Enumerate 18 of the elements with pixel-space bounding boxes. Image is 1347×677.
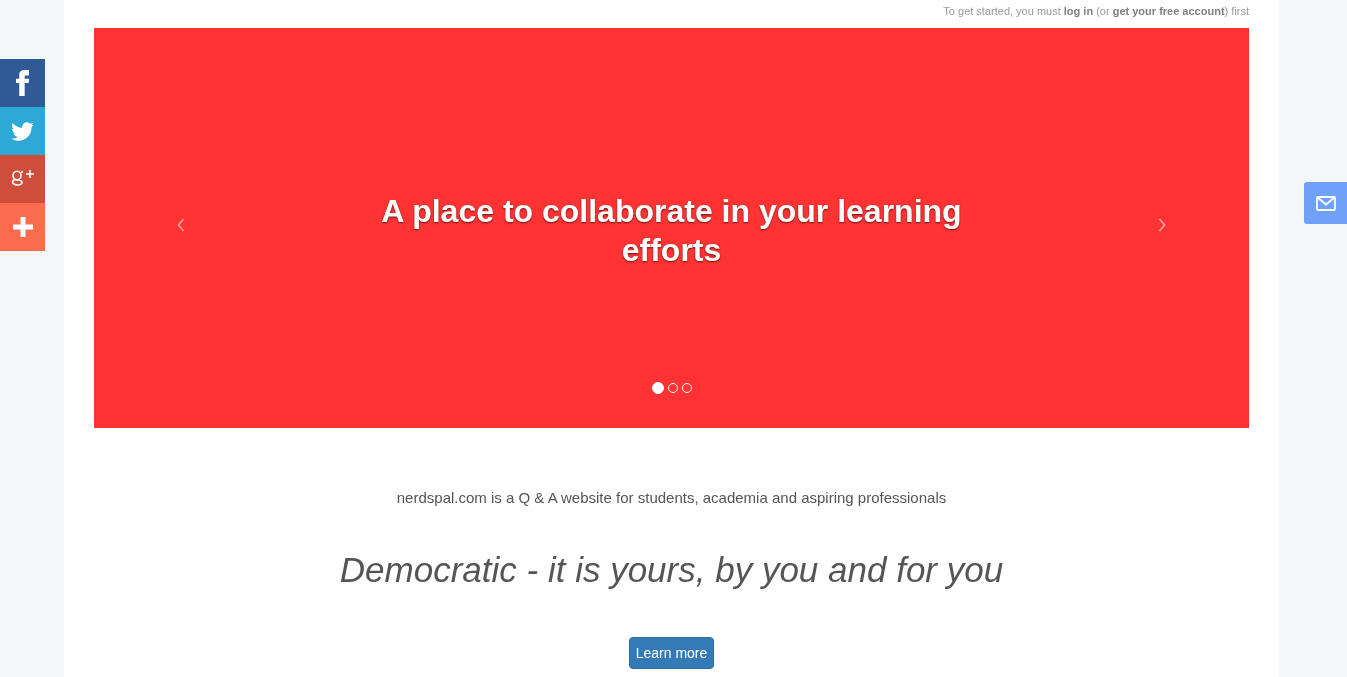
login-link[interactable]: log in xyxy=(1063,5,1094,17)
social-share-button[interactable] xyxy=(0,203,45,251)
social-share-button[interactable] xyxy=(0,59,45,107)
chevron-right-icon xyxy=(1158,218,1167,232)
learn-more-button[interactable]: Learn more xyxy=(628,637,715,669)
site-tagline: nerdspal.com is a Q & A website for students, academia and aspiring professionals xyxy=(396,488,947,508)
social-share-button[interactable] xyxy=(0,155,45,203)
login-notice: To get started, you must log in (or get your free account) first xyxy=(943,4,1249,19)
f-logo-icon xyxy=(16,70,29,96)
chevron-left-icon xyxy=(176,218,185,232)
slide-indicator[interactable] xyxy=(651,382,664,394)
plus-icon xyxy=(12,217,33,237)
email-button[interactable] xyxy=(1304,182,1347,224)
bird-icon xyxy=(11,121,34,141)
login-link[interactable]: get your free account xyxy=(1112,5,1225,17)
envelope-icon xyxy=(1315,195,1336,211)
slide-caption: A place to collaborate in your learning efforts xyxy=(380,192,963,270)
motto-heading: Democratic - it is yours, by you and for you xyxy=(339,549,1004,591)
